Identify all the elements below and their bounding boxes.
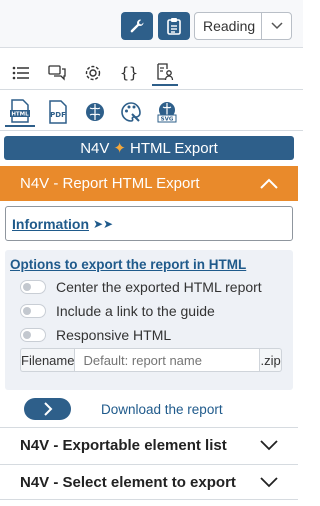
html-file-icon: HTML	[10, 99, 30, 123]
toggle-guide-link[interactable]	[20, 304, 46, 318]
report-export-title: N4V - Report HTML Export	[20, 175, 200, 192]
star-icon: ✦	[113, 140, 126, 157]
tab-code[interactable]: {}	[116, 60, 142, 86]
option-label: Center the exported HTML report	[56, 279, 262, 295]
select-element-title: N4V - Select element to export	[20, 473, 236, 491]
tab-user-doc[interactable]	[152, 60, 178, 86]
format-html[interactable]: HTML	[5, 97, 35, 127]
chevron-up-icon	[260, 178, 278, 189]
chevron-down-icon	[261, 13, 291, 39]
chevron-right-icon	[43, 402, 52, 416]
clipboard-button[interactable]	[158, 12, 190, 40]
chevron-down-icon	[260, 476, 278, 487]
option-responsive: Responsive HTML	[20, 326, 171, 344]
panel-tabs: {}	[0, 56, 303, 90]
svg-text:HTML: HTML	[11, 112, 29, 118]
information-link[interactable]: Information	[12, 216, 89, 232]
top-toolbar: Reading	[0, 0, 303, 48]
download-button[interactable]	[24, 398, 71, 420]
format-pdf[interactable]: PDF	[43, 97, 73, 127]
format-svg[interactable]: SVG	[152, 97, 182, 127]
tab-settings[interactable]	[80, 60, 106, 86]
exportable-list-title: N4V - Exportable element list	[20, 437, 227, 454]
option-label: Responsive HTML	[56, 327, 172, 343]
information-box: Information ➤➤	[5, 206, 293, 241]
mode-value: Reading	[203, 18, 256, 34]
format-brain[interactable]	[80, 97, 110, 127]
option-label: Include a link to the guide	[56, 303, 215, 319]
option-guide-link: Include a link to the guide	[20, 302, 215, 320]
download-label[interactable]: Download the report	[101, 402, 223, 417]
filename-input[interactable]	[74, 348, 261, 372]
toggle-responsive[interactable]	[20, 328, 46, 342]
select-element-header[interactable]: N4V - Select element to export	[0, 464, 298, 500]
mode-dropdown[interactable]: Reading	[194, 12, 292, 40]
wrench-icon	[130, 19, 144, 33]
exportable-list-header[interactable]: N4V - Exportable element list	[0, 427, 298, 463]
clipboard-icon	[167, 18, 181, 35]
toggle-center-report[interactable]	[20, 280, 46, 294]
options-title: Options to export the report in HTML	[10, 257, 247, 272]
svg-text:PDF: PDF	[50, 111, 66, 119]
format-palette[interactable]	[116, 97, 146, 127]
export-banner: N4V ✦ HTML Export	[4, 136, 294, 160]
chevron-down-icon	[260, 440, 278, 451]
banner-prefix: N4V	[80, 139, 110, 157]
pdf-file-icon: PDF	[49, 100, 67, 124]
double-chevron-icon: ➤➤	[93, 216, 114, 231]
comments-icon	[48, 65, 66, 81]
report-export-header[interactable]: N4V - Report HTML Export	[0, 166, 298, 201]
filename-group: Filename .zip	[20, 348, 282, 372]
filename-label: Filename	[20, 348, 75, 372]
tab-list[interactable]	[8, 60, 34, 86]
option-center-report: Center the exported HTML report	[20, 278, 262, 296]
svg-brain-icon: SVG	[157, 102, 177, 123]
settings-icon	[85, 65, 101, 81]
code-icon: {}	[119, 64, 139, 82]
wrench-button[interactable]	[121, 12, 153, 40]
export-format-tabs: HTML PDF SVG	[0, 93, 303, 131]
list-icon	[12, 66, 29, 80]
svg-text:SVG: SVG	[161, 117, 174, 123]
brain-icon	[86, 103, 104, 121]
palette-icon	[121, 102, 141, 122]
tab-comments[interactable]	[44, 60, 70, 86]
banner-title: HTML Export	[129, 139, 218, 157]
export-options-panel: Options to export the report in HTML Cen…	[5, 250, 293, 390]
filename-extension: .zip	[260, 348, 282, 372]
user-doc-icon	[157, 63, 174, 81]
